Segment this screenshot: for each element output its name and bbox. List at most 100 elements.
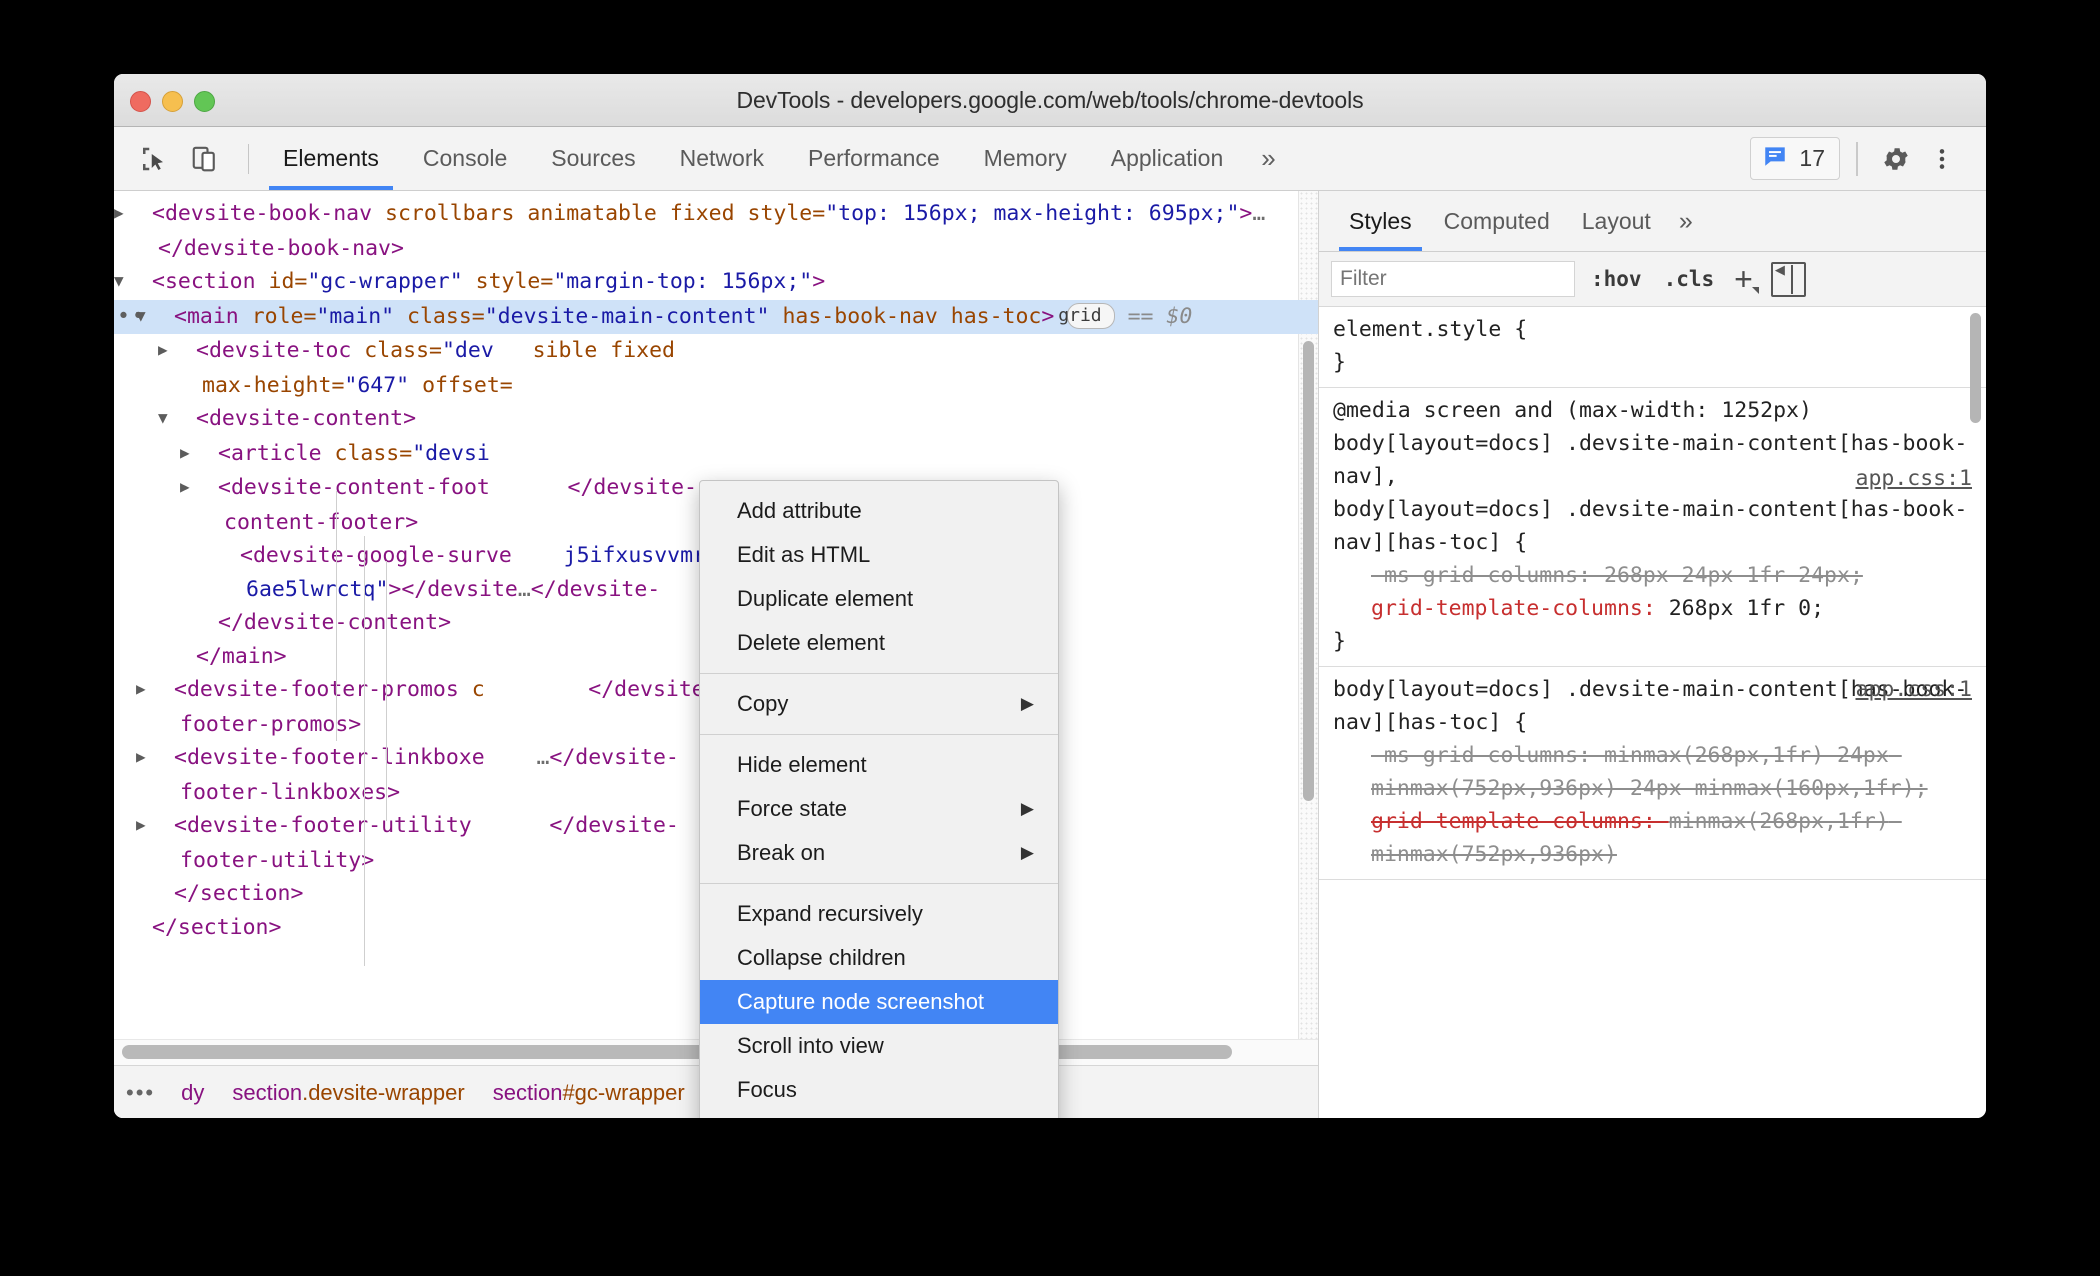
dom-horizontal-scrollbar[interactable]	[122, 1045, 1232, 1059]
tab-computed[interactable]: Computed	[1428, 191, 1566, 251]
style-rule-selector[interactable]: element.style {	[1333, 313, 1972, 346]
breadcrumb-overflow-left[interactable]: •••	[114, 1066, 167, 1118]
node-token-attr: c	[471, 677, 485, 702]
minimize-window-button[interactable]	[162, 91, 183, 112]
node-token-punct: >	[812, 269, 826, 294]
node-token-sp	[657, 201, 670, 226]
more-panels-chevron-icon[interactable]: »	[1245, 127, 1291, 190]
style-declaration[interactable]: -ms-grid-columns: minmax(268px,1fr) 24px…	[1333, 739, 1972, 805]
window-controls[interactable]	[130, 91, 215, 112]
style-rule-base-rule[interactable]: app.css:1 body[layout=docs] .devsite-main…	[1319, 667, 1986, 880]
style-declaration[interactable]: grid-template-columns: 268px 1fr 0;	[1333, 592, 1972, 625]
style-property-value[interactable]: 268px 24px 1fr 24px;	[1604, 563, 1863, 588]
style-rule-element-style[interactable]: element.style {}	[1319, 307, 1986, 388]
node-token-sp	[472, 813, 550, 838]
tab-memory[interactable]: Memory	[962, 127, 1089, 190]
maximize-window-button[interactable]	[194, 91, 215, 112]
context-menu-item-scroll-into-view[interactable]: Scroll into view	[700, 1024, 1058, 1068]
dom-indent-guide	[336, 491, 337, 741]
expand-triangle-icon[interactable]	[158, 808, 174, 842]
context-menu-item-duplicate-element[interactable]: Duplicate element	[700, 577, 1058, 621]
tab-performance[interactable]: Performance	[786, 127, 962, 190]
context-menu-item-focus[interactable]: Focus	[700, 1068, 1058, 1112]
expand-triangle-icon[interactable]	[202, 470, 218, 504]
style-declaration[interactable]: grid-template-columns: minmax(268px,1fr)…	[1333, 805, 1972, 871]
kebab-menu-icon[interactable]	[1920, 137, 1964, 181]
dom-node-gc-wrapper-section[interactable]: <section id="gc-wrapper" style="margin-t…	[114, 265, 1318, 300]
expand-triangle-icon[interactable]	[158, 672, 174, 706]
grid-badge[interactable]: grid	[1058, 302, 1115, 329]
styles-more-tabs-chevron-icon[interactable]: »	[1667, 191, 1705, 251]
breadcrumb-tag: section	[492, 1080, 563, 1105]
dom-node-devsite-toc[interactable]: <devsite-toc class="dev sible fixedmax-h…	[114, 334, 1318, 402]
expand-triangle-icon[interactable]	[136, 196, 152, 230]
context-menu-item-collapse-children[interactable]: Collapse children	[700, 936, 1058, 980]
dom-node-article[interactable]: <article class="devsi	[114, 437, 1318, 472]
node-token-sp	[322, 441, 335, 466]
context-menu-item-delete-element[interactable]: Delete element	[700, 621, 1058, 665]
gear-icon[interactable]	[1874, 137, 1918, 181]
close-window-button[interactable]	[130, 91, 151, 112]
breadcrumb-item-section-devsite-wrapper[interactable]: section .devsite-wrapper	[218, 1066, 478, 1118]
tab-console[interactable]: Console	[401, 127, 529, 190]
node-token-punct: >	[268, 914, 282, 940]
context-menu-item-hide-element[interactable]: Hide element	[700, 743, 1058, 787]
collapse-triangle-icon[interactable]	[136, 264, 152, 298]
context-menu-item-edit-as-html[interactable]: Edit as HTML	[700, 533, 1058, 577]
collapse-triangle-icon[interactable]	[180, 401, 196, 435]
window-title: DevTools - developers.google.com/web/too…	[736, 86, 1364, 113]
style-rule-source-link[interactable]: app.css:1	[1856, 673, 1973, 706]
context-menu-item-break-on[interactable]: Break on ▶	[700, 831, 1058, 875]
context-menu[interactable]: Add attribute Edit as HTML Duplicate eleme…	[699, 480, 1059, 1118]
style-declaration[interactable]: -ms-grid-columns: 268px 24px 1fr 24px;	[1333, 559, 1972, 592]
device-toolbar-icon[interactable]	[184, 138, 226, 180]
style-rule-media-rule[interactable]: app.css:1 @media screen and (max-width: 1…	[1319, 388, 1986, 667]
collapse-triangle-icon[interactable]	[158, 299, 174, 333]
node-token-sp	[409, 373, 422, 398]
tab-layout[interactable]: Layout	[1566, 191, 1667, 251]
element-classes-cls-button[interactable]: .cls	[1658, 267, 1721, 291]
tab-sources[interactable]: Sources	[529, 127, 657, 190]
force-state-hov-button[interactable]: :hov	[1585, 267, 1648, 291]
toggle-sidebar-icon[interactable]	[1770, 261, 1806, 297]
style-property-name[interactable]: grid-template-columns:	[1371, 809, 1669, 834]
breadcrumb-item-dy[interactable]: dy	[167, 1066, 218, 1118]
dom-node-devsite-content[interactable]: <devsite-content>	[114, 402, 1318, 437]
style-property-name[interactable]: grid-template-columns:	[1371, 596, 1669, 621]
node-token-val: "main"	[316, 303, 395, 329]
styles-filter-input[interactable]	[1331, 261, 1575, 297]
styles-vertical-scrollbar[interactable]	[1970, 313, 1981, 423]
style-rule-source-link[interactable]: app.css:1	[1856, 462, 1973, 495]
expand-triangle-icon[interactable]	[180, 333, 196, 367]
context-menu-item-add-attribute[interactable]: Add attribute	[700, 489, 1058, 533]
tab-layout-label: Layout	[1581, 207, 1651, 234]
style-property-name[interactable]: -ms-grid-columns:	[1371, 563, 1604, 588]
tab-styles[interactable]: Styles	[1333, 191, 1428, 251]
issues-button[interactable]: 17	[1750, 137, 1840, 180]
node-token-attr: scrollbars	[385, 201, 515, 226]
dom-node-devsite-book-nav[interactable]: <devsite-book-nav scrollbars animatable …	[114, 197, 1318, 265]
style-property-name[interactable]: -ms-grid-columns:	[1371, 743, 1604, 768]
tab-network[interactable]: Network	[658, 127, 786, 190]
expand-triangle-icon[interactable]	[202, 436, 218, 470]
tab-elements[interactable]: Elements	[261, 127, 401, 190]
style-rule-selector[interactable]: body[layout=docs] .devsite-main-content[…	[1333, 493, 1972, 559]
context-menu-item-expand-recursively[interactable]: Expand recursively	[700, 892, 1058, 936]
dom-node-main-devsite-main-content[interactable]: •••<main role="main" class="devsite-main…	[114, 299, 1318, 334]
context-menu-item-label: Break on	[737, 840, 826, 865]
plus-icon[interactable]: +	[1730, 261, 1759, 298]
tab-application[interactable]: Application	[1089, 127, 1246, 190]
context-menu-item-capture-node-screenshot[interactable]: Capture node screenshot	[700, 980, 1058, 1024]
tab-computed-label: Computed	[1443, 207, 1550, 234]
inspect-cursor-icon[interactable]	[132, 138, 174, 180]
node-token-punct: >	[387, 779, 401, 805]
node-token-punct: </	[530, 576, 557, 602]
context-menu-item-label: Edit as HTML	[737, 542, 871, 567]
breadcrumb-item-section-gc-wrapper[interactable]: section #gc-wrapper	[479, 1066, 699, 1118]
expand-triangle-icon[interactable]	[158, 740, 174, 774]
node-token-attr: style	[747, 201, 813, 226]
context-menu-item-copy[interactable]: Copy ▶	[700, 682, 1058, 726]
style-property-value[interactable]: 268px 1fr 0;	[1669, 596, 1824, 621]
context-menu-item-force-state[interactable]: Force state ▶	[700, 787, 1058, 831]
styles-rules-list[interactable]: element.style {} app.css:1 @media screen a…	[1319, 307, 1986, 1118]
